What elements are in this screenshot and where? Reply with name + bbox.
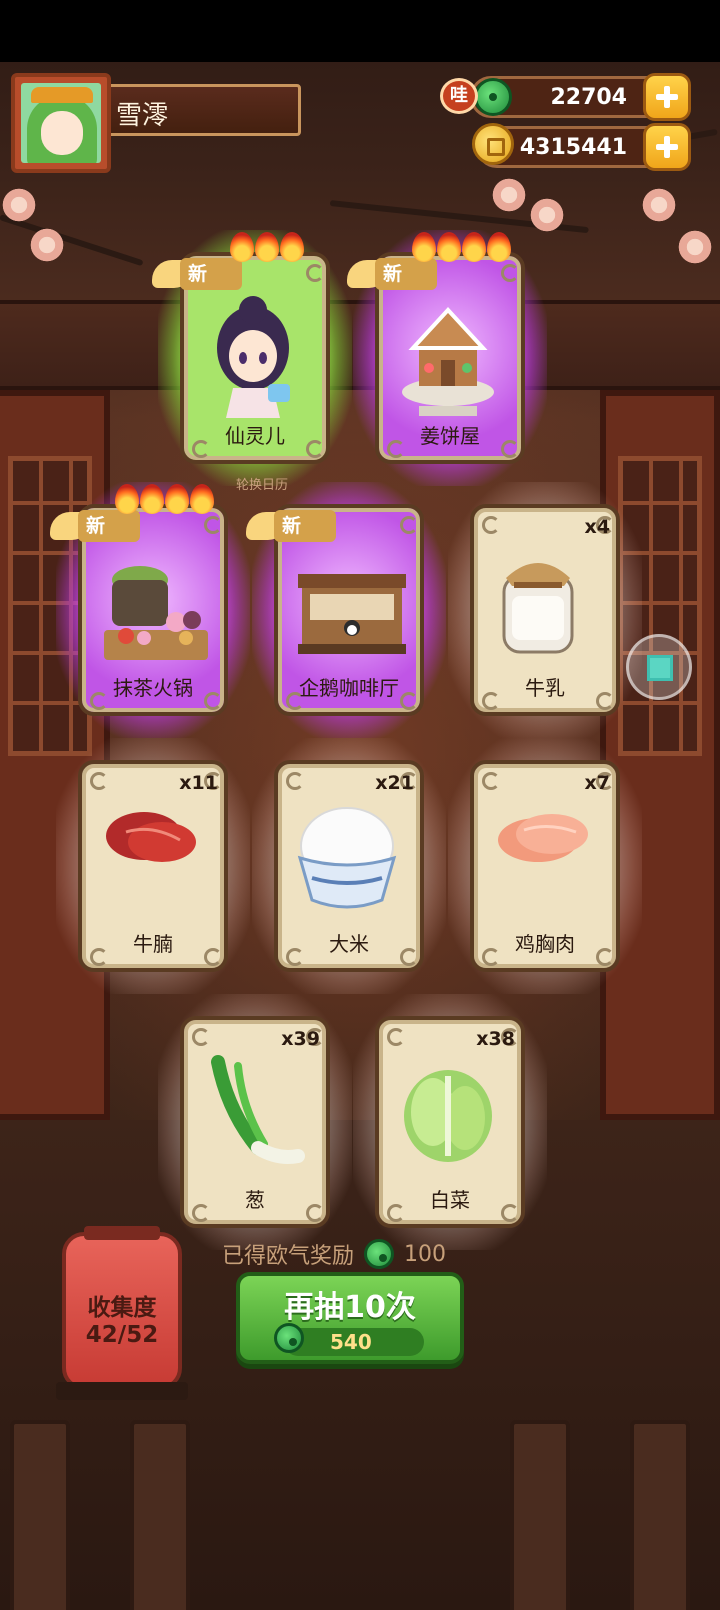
card-label: 仙灵儿 [225, 424, 285, 448]
flame-icon [190, 484, 214, 514]
fence-post [10, 1420, 70, 1610]
blossom [528, 196, 566, 234]
scallion-art [198, 1052, 308, 1176]
reward-line: 已得欧气奖励 100 [222, 1238, 446, 1270]
xianlinger-art [198, 288, 308, 422]
blossom [28, 226, 66, 264]
fence-post [510, 1420, 570, 1610]
jade-amount: 22704 [550, 85, 627, 110]
card-count: x7 [584, 772, 610, 794]
card-label: 大米 [329, 932, 369, 956]
rarity-flames [412, 232, 511, 262]
new-tag-label: 新 [180, 258, 242, 290]
draw-cost: 540 [330, 1330, 372, 1354]
blossom [640, 186, 678, 224]
card-beefbrisket[interactable]: 牛腩 x11 [56, 738, 250, 994]
rice-art [292, 796, 402, 920]
new-tag-label: 新 [274, 510, 336, 542]
collection-lantern[interactable]: 收集度 42/52 [62, 1226, 182, 1396]
fence-post [630, 1420, 690, 1610]
penguincafe-art [292, 564, 412, 668]
card-mochahotpot[interactable]: 抹茶火锅 新 [50, 482, 250, 738]
flame-icon [487, 232, 511, 262]
card-count: x38 [476, 1028, 515, 1050]
jade-icon [274, 1323, 304, 1353]
card-label: 抹茶火锅 [113, 676, 193, 700]
status-bar [0, 0, 720, 62]
fence-post [130, 1420, 190, 1610]
draw-cost-pill: 540 [274, 1323, 424, 1356]
flame-icon [229, 232, 254, 262]
add-jade-button[interactable] [643, 73, 691, 121]
card-label: 牛乳 [525, 676, 565, 700]
side-cube-button[interactable] [626, 634, 692, 700]
flame-icon [254, 232, 279, 262]
cube-icon [647, 655, 673, 681]
card-cabbage[interactable]: 白菜 x38 [353, 994, 547, 1250]
add-coins-button[interactable] [643, 123, 691, 171]
card-label: 鸡胸肉 [515, 932, 575, 956]
player-name: 雪澪 [116, 101, 169, 131]
draw-again-button[interactable]: 再抽10次 540 [236, 1272, 464, 1364]
rarity-flames [229, 232, 304, 262]
card-label: 姜饼屋 [420, 424, 480, 448]
flame-icon [437, 232, 461, 262]
coin-icon [472, 123, 514, 165]
game-scene: 雪澪 22704 哇 4315441 仙灵儿新姜饼屋新抹茶火锅新企鹅咖啡厅新牛乳… [0, 0, 720, 1610]
rarity-flames [115, 484, 214, 514]
jade-icon [474, 78, 512, 116]
flame-icon [115, 484, 139, 514]
beefbrisket-art [96, 796, 206, 880]
card-chickenbreast[interactable]: 鸡胸肉 x7 [448, 738, 642, 994]
cabbage-art [393, 1052, 503, 1176]
card-label: 牛腩 [133, 932, 173, 956]
card-penguincafe[interactable]: 企鹅咖啡厅 新 [246, 482, 446, 738]
flame-icon [462, 232, 486, 262]
card-rice[interactable]: 大米 x21 [252, 738, 446, 994]
card-jiangbingwu[interactable]: 姜饼屋 新 [347, 230, 547, 486]
flame-icon [165, 484, 189, 514]
card-count: x4 [584, 516, 610, 538]
card-count: x39 [281, 1028, 320, 1050]
player-name-box: 雪澪 [95, 84, 301, 136]
new-tag-label: 新 [78, 510, 140, 542]
flame-icon [412, 232, 436, 262]
blossom [676, 228, 714, 266]
wa-badge-icon[interactable]: 哇 [440, 78, 478, 114]
card-scallion[interactable]: 葱 x39 [158, 994, 352, 1250]
card-label: 葱 [245, 1188, 265, 1212]
card-count: x11 [179, 772, 218, 794]
rotate-calendar-text[interactable]: 轮换日历 [236, 474, 288, 493]
blossom [0, 186, 38, 224]
card-milk[interactable]: 牛乳 x4 [448, 482, 642, 738]
new-tag-label: 新 [375, 258, 437, 290]
reward-value: 100 [404, 1241, 447, 1267]
player-avatar[interactable] [11, 73, 111, 173]
lantern-stand [56, 1382, 188, 1400]
mochahotpot-art [96, 540, 216, 674]
draw-again-label: 再抽10次 [284, 1290, 416, 1325]
card-label: 白菜 [430, 1188, 470, 1212]
flame-icon [279, 232, 304, 262]
chickenbreast-art [488, 796, 598, 880]
coin-amount: 4315441 [519, 135, 627, 160]
card-count: x21 [375, 772, 414, 794]
new-badge: 新 [246, 508, 338, 546]
collection-label: 收集度 [87, 1295, 157, 1321]
card-xianlinger[interactable]: 仙灵儿 新 [152, 230, 352, 486]
collection-progress: 42/52 [85, 1322, 159, 1348]
jade-icon [364, 1239, 395, 1269]
milk-art [488, 540, 588, 664]
reward-label: 已得欧气奖励 [222, 1244, 355, 1269]
blossom [490, 176, 528, 214]
flame-icon [140, 484, 164, 514]
card-label: 企鹅咖啡厅 [299, 676, 399, 700]
jiangbingwu-art [393, 288, 503, 422]
